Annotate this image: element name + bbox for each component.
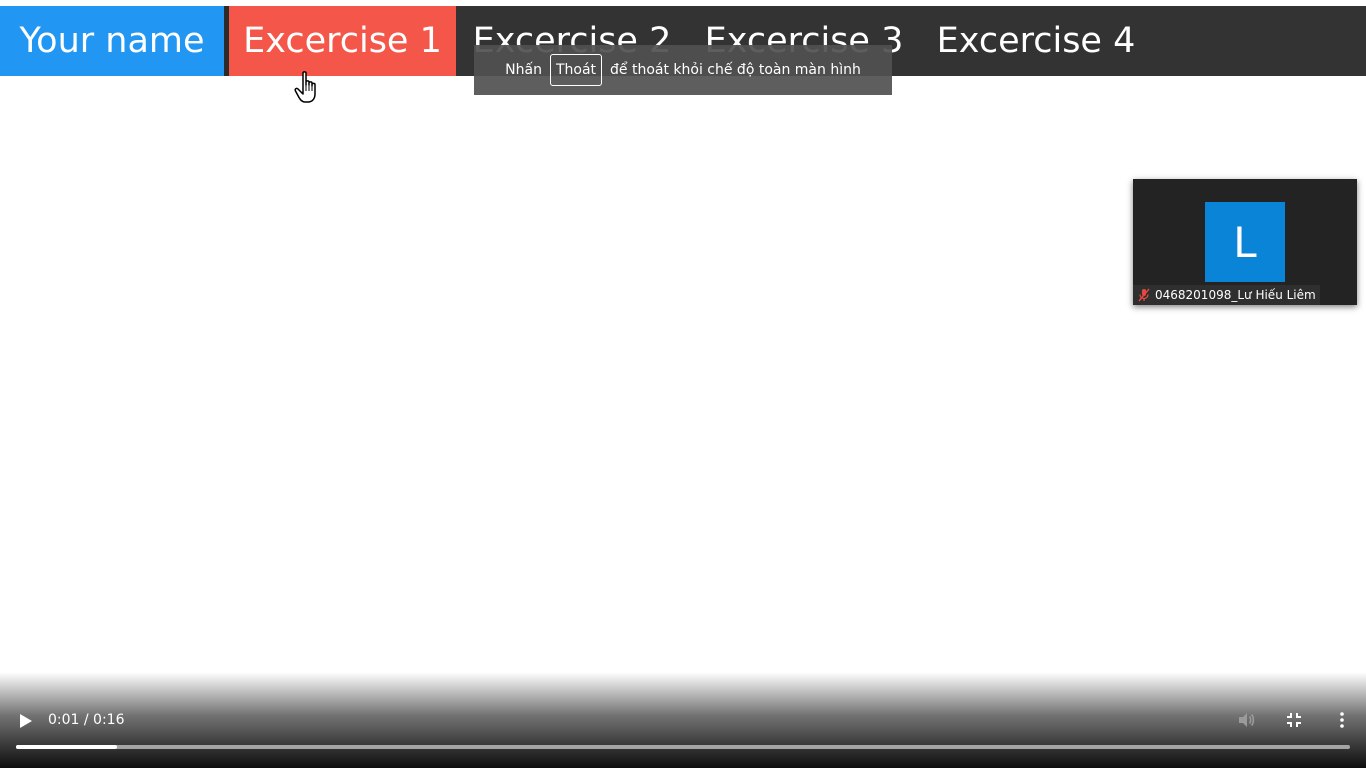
toast-suffix: để thoát khỏi chế độ toàn màn hình bbox=[610, 62, 861, 78]
fullscreen-exit-toast: Nhấn Thoát để thoát khỏi chế độ toàn màn… bbox=[474, 45, 892, 95]
video-progress-fill bbox=[16, 745, 118, 749]
participant-video-tile[interactable]: L 0468201098_Lư Hiếu Liêm bbox=[1133, 179, 1357, 305]
participant-avatar: L bbox=[1205, 202, 1285, 282]
participant-name-bar: 0468201098_Lư Hiếu Liêm bbox=[1133, 285, 1320, 305]
nav-tab-excercise-1[interactable]: Excercise 1 bbox=[229, 6, 456, 76]
volume-icon[interactable] bbox=[1236, 710, 1256, 730]
toast-prefix: Nhấn bbox=[505, 62, 542, 78]
escape-key-badge: Thoát bbox=[549, 54, 603, 86]
more-vert-icon[interactable] bbox=[1332, 710, 1352, 730]
participant-name: 0468201098_Lư Hiếu Liêm bbox=[1155, 288, 1316, 302]
video-progress-bar[interactable] bbox=[16, 745, 1350, 749]
nav-home-link[interactable]: Your name bbox=[0, 6, 224, 76]
nav-tab-excercise-4[interactable]: Excercise 4 bbox=[920, 6, 1152, 76]
exit-fullscreen-icon[interactable] bbox=[1284, 710, 1304, 730]
play-icon[interactable] bbox=[14, 710, 36, 732]
time-display: 0:01 / 0:16 bbox=[48, 712, 125, 728]
hand-pointer-cursor-icon bbox=[294, 71, 316, 103]
video-controls-bar: 0:01 / 0:16 bbox=[0, 672, 1366, 768]
mic-muted-icon bbox=[1138, 288, 1150, 302]
